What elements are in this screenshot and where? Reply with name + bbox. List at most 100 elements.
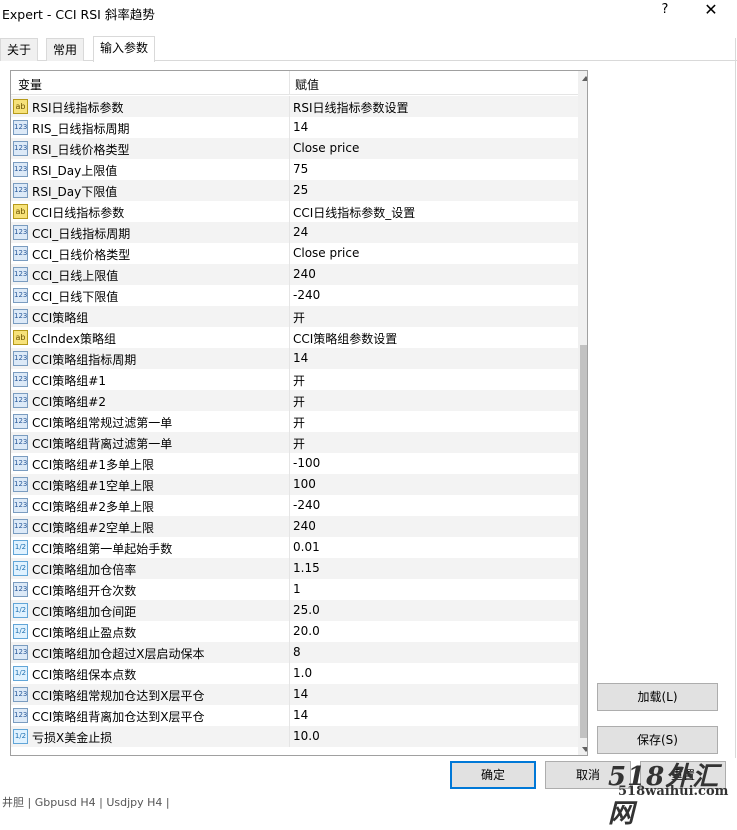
parameter-value[interactable]: 25.0 (293, 603, 320, 617)
vertical-scrollbar[interactable] (578, 71, 587, 755)
parameter-row[interactable]: 123 CCI策略组 开 (11, 306, 578, 327)
parameter-row[interactable]: 1/2 CCI策略组保本点数 1.0 (11, 663, 578, 684)
parameter-row[interactable]: 123 CCI策略组开仓次数 1 (11, 579, 578, 600)
parameter-row[interactable]: 1/2 CCI策略组止盈点数 20.0 (11, 621, 578, 642)
integer-type-icon: 123 (13, 393, 28, 408)
cell-divider (289, 117, 290, 138)
parameter-row[interactable]: 123 CCI策略组#2空单上限 240 (11, 516, 578, 537)
parameter-value[interactable]: Close price (293, 141, 359, 155)
parameter-row[interactable]: ab RSI日线指标参数 RSI日线指标参数设置 (11, 96, 578, 117)
parameter-row[interactable]: 123 RSI_日线价格类型 Close price (11, 138, 578, 159)
parameter-value[interactable]: 开 (293, 309, 305, 326)
parameter-name: CCI_日线价格类型 (32, 248, 131, 262)
parameter-row[interactable]: 123 CCI_日线指标周期 24 (11, 222, 578, 243)
scroll-up-icon[interactable] (582, 76, 587, 81)
parameter-value[interactable]: 开 (293, 393, 305, 410)
tab-inputs[interactable]: 输入参数 (93, 36, 156, 62)
load-button[interactable]: 加载(L) (597, 683, 718, 711)
parameter-row[interactable]: 123 CCI策略组#1空单上限 100 (11, 474, 578, 495)
parameter-row[interactable]: 123 CCI_日线下限值 -240 (11, 285, 578, 306)
close-icon[interactable]: ✕ (701, 0, 721, 24)
tab-about[interactable]: 关于 (0, 38, 39, 61)
parameter-value[interactable]: CCI日线指标参数_设置 (293, 204, 415, 221)
parameter-value[interactable]: 240 (293, 267, 316, 281)
parameter-name: CCI_日线指标周期 (32, 227, 131, 241)
parameter-value[interactable]: 8 (293, 645, 301, 659)
parameter-row[interactable]: 123 RSI_Day下限值 25 (11, 180, 578, 201)
parameter-value[interactable]: -240 (293, 288, 320, 302)
save-button[interactable]: 保存(S) (597, 726, 718, 754)
parameter-value[interactable]: 100 (293, 477, 316, 491)
parameter-row[interactable]: 123 CCI策略组#1 开 (11, 369, 578, 390)
tab-common[interactable]: 常用 (46, 38, 85, 61)
parameter-row[interactable]: 1/2 CCI策略组加仓间距 25.0 (11, 600, 578, 621)
parameter-row[interactable]: 1/2 CCI策略组加仓倍率 1.15 (11, 558, 578, 579)
parameter-value[interactable]: 开 (293, 372, 305, 389)
parameter-row[interactable]: 123 CCI策略组#1多单上限 -100 (11, 453, 578, 474)
help-icon[interactable]: ? (658, 2, 672, 22)
parameter-value[interactable]: 24 (293, 225, 308, 239)
parameter-row[interactable]: 123 CCI策略组常规加仓达到X层平仓 14 (11, 684, 578, 705)
header-divider[interactable] (289, 71, 290, 95)
parameter-name: CCI策略组#2空单上限 (32, 521, 154, 535)
parameter-row[interactable]: 123 CCI策略组指标周期 14 (11, 348, 578, 369)
parameter-value[interactable]: 25 (293, 183, 308, 197)
cell-divider (289, 726, 290, 747)
column-header-variable[interactable]: 变量 (18, 76, 42, 93)
parameter-row[interactable]: 123 CCI_日线上限值 240 (11, 264, 578, 285)
parameter-value[interactable]: 14 (293, 708, 308, 722)
parameter-name: CCI策略组开仓次数 (32, 584, 137, 598)
parameter-value[interactable]: 1.15 (293, 561, 320, 575)
parameter-row[interactable]: 1/2 CCI策略组第一单起始手数 0.01 (11, 537, 578, 558)
parameter-name: CCI策略组常规加仓达到X层平仓 (32, 689, 205, 703)
parameter-row[interactable]: 123 CCI_日线价格类型 Close price (11, 243, 578, 264)
parameter-value[interactable]: 20.0 (293, 624, 320, 638)
integer-type-icon: 123 (13, 162, 28, 177)
cell-divider (289, 453, 290, 474)
parameter-value[interactable]: 14 (293, 687, 308, 701)
parameter-row[interactable]: ab CCI日线指标参数 CCI日线指标参数_设置 (11, 201, 578, 222)
parameter-row[interactable]: 123 CCI策略组背离过滤第一单 开 (11, 432, 578, 453)
parameter-value[interactable]: 14 (293, 120, 308, 134)
parameter-value[interactable]: RSI日线指标参数设置 (293, 99, 409, 116)
cell-divider (289, 96, 290, 117)
parameter-value[interactable]: 开 (293, 414, 305, 431)
parameter-value[interactable]: 1 (293, 582, 301, 596)
parameter-row[interactable]: 123 RIS_日线指标周期 14 (11, 117, 578, 138)
parameter-name: CCI日线指标参数 (32, 206, 125, 220)
parameter-row[interactable]: ab CcIndex策略组 CCI策略组参数设置 (11, 327, 578, 348)
scroll-thumb[interactable] (580, 345, 587, 738)
cell-divider (289, 369, 290, 390)
double-type-icon: 1/2 (13, 540, 28, 555)
parameter-value[interactable]: 0.01 (293, 540, 320, 554)
cell-divider (289, 411, 290, 432)
parameter-value[interactable]: -240 (293, 498, 320, 512)
cell-divider (289, 243, 290, 264)
parameter-value[interactable]: 75 (293, 162, 308, 176)
parameter-row[interactable]: 123 RSI_Day上限值 75 (11, 159, 578, 180)
parameter-value[interactable]: 10.0 (293, 729, 320, 743)
parameter-value[interactable]: -100 (293, 456, 320, 470)
parameter-value[interactable]: Close price (293, 246, 359, 260)
parameter-value[interactable]: 240 (293, 519, 316, 533)
parameter-value[interactable]: 1.0 (293, 666, 312, 680)
parameter-row[interactable]: 123 CCI策略组常规过滤第一单 开 (11, 411, 578, 432)
integer-type-icon: 123 (13, 372, 28, 387)
parameter-name: CCI策略组第一单起始手数 (32, 542, 173, 556)
parameter-value[interactable]: 开 (293, 435, 305, 452)
ok-button[interactable]: 确定 (450, 761, 536, 789)
parameter-row[interactable]: 123 CCI策略组背离加仓达到X层平仓 14 (11, 705, 578, 726)
integer-type-icon: 123 (13, 141, 28, 156)
column-header-value[interactable]: 赋值 (295, 76, 319, 93)
parameter-name: CCI策略组加仓间距 (32, 605, 137, 619)
parameter-value[interactable]: CCI策略组参数设置 (293, 330, 397, 347)
integer-type-icon: 123 (13, 309, 28, 324)
scroll-down-icon[interactable] (582, 747, 587, 752)
parameter-row[interactable]: 123 CCI策略组#2 开 (11, 390, 578, 411)
parameter-value[interactable]: 14 (293, 351, 308, 365)
cell-divider (289, 663, 290, 684)
parameter-row[interactable]: 1/2 亏损X美金止损 10.0 (11, 726, 578, 747)
parameter-row[interactable]: 123 CCI策略组#2多单上限 -240 (11, 495, 578, 516)
parameter-row[interactable]: 123 CCI策略组加仓超过X层启动保本 8 (11, 642, 578, 663)
integer-type-icon: 123 (13, 246, 28, 261)
